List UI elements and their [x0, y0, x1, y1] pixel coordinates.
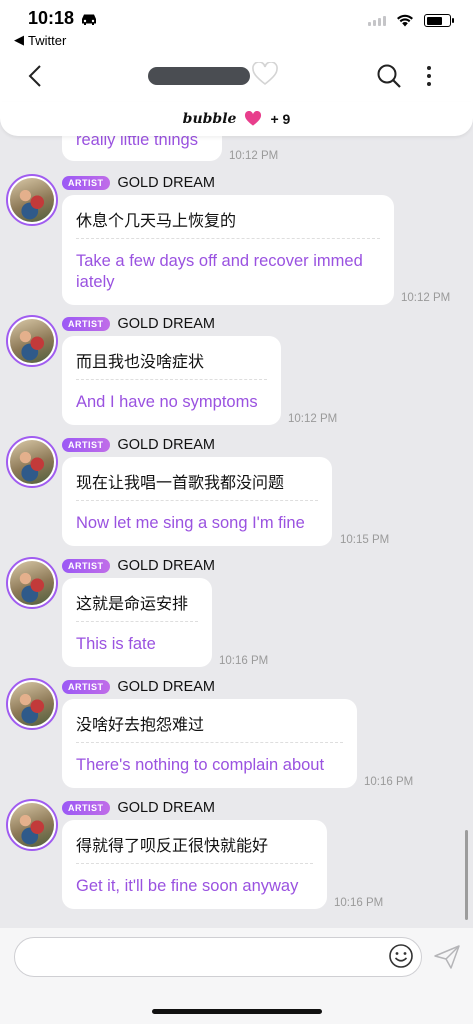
- artist-badge: ARTIST: [62, 176, 110, 190]
- message-bubble[interactable]: 休息个几天马上恢复的 Take a few days off and recov…: [62, 195, 394, 305]
- artist-badge: ARTIST: [62, 801, 110, 815]
- artist-badge: ARTIST: [62, 438, 110, 452]
- message-time: 10:16 PM: [334, 897, 384, 909]
- battery-icon: [424, 14, 454, 27]
- message-time: 10:12 PM: [288, 413, 338, 425]
- message-original: 现在让我唱一首歌我都没问题: [76, 457, 318, 501]
- signal-icon: [368, 15, 386, 26]
- message-bubble[interactable]: 现在让我唱一首歌我都没问题 Now let me sing a song I'm…: [62, 457, 332, 546]
- message-time: 10:16 PM: [219, 655, 269, 667]
- message-original: 得就得了呗反正很快就能好: [76, 820, 313, 864]
- message-bubble[interactable]: 而且我也没啥症状 And I have no symptoms: [62, 336, 281, 425]
- sender-row: ARTIST GOLD DREAM: [62, 316, 215, 332]
- bubble-brand: bubble: [182, 111, 237, 127]
- message-original: 没啥好去抱怨难过: [76, 699, 343, 743]
- search-icon[interactable]: [376, 63, 402, 89]
- sender-row: ARTIST GOLD DREAM: [62, 679, 215, 695]
- sender-name: GOLD DREAM: [117, 800, 216, 816]
- sender-name: GOLD DREAM: [117, 679, 216, 695]
- redacted-chat-title: [148, 67, 250, 85]
- avatar[interactable]: [6, 315, 58, 367]
- status-indicators: [368, 14, 454, 27]
- status-time-group: 10:18: [28, 8, 98, 29]
- avatar[interactable]: [6, 678, 58, 730]
- status-time: 10:18: [28, 8, 75, 28]
- message-translation: Take a few days off and recover immed ia…: [76, 252, 363, 291]
- avatar[interactable]: [6, 436, 58, 488]
- message-translation: Now let me sing a song I'm fine: [76, 514, 305, 532]
- sender-row: ARTIST GOLD DREAM: [62, 800, 215, 816]
- message-list[interactable]: really little things 10:12 PM ARTIST GOL…: [0, 102, 473, 928]
- message-input[interactable]: [14, 937, 422, 977]
- car-icon: [82, 14, 97, 25]
- sender-name: GOLD DREAM: [117, 558, 216, 574]
- message-bubble[interactable]: 得就得了呗反正很快就能好 Get it, it'll be fine soon …: [62, 820, 327, 909]
- avatar[interactable]: [6, 557, 58, 609]
- message-translation: This is fate: [76, 635, 156, 653]
- sender-name: GOLD DREAM: [117, 437, 216, 453]
- sender-row: ARTIST GOLD DREAM: [62, 437, 215, 453]
- message-time: 10:12 PM: [401, 292, 451, 304]
- bubble-header-pill: bubble + 9: [0, 102, 473, 136]
- bubble-count: + 9: [270, 111, 291, 127]
- heart-icon: [252, 62, 278, 86]
- back-app-label: Twitter: [28, 32, 67, 48]
- back-to-app-link[interactable]: ◀ Twitter: [14, 32, 66, 48]
- scrollbar[interactable]: [465, 830, 468, 920]
- avatar[interactable]: [6, 799, 58, 851]
- message-bubble[interactable]: 没啥好去抱怨难过 There's nothing to complain abo…: [62, 699, 357, 788]
- composer: [0, 928, 473, 1024]
- message-time: 10:16 PM: [364, 776, 414, 788]
- sender-row: ARTIST GOLD DREAM: [62, 175, 215, 191]
- message-translation: And I have no symptoms: [76, 393, 258, 411]
- artist-badge: ARTIST: [62, 680, 110, 694]
- chat-header: [0, 50, 473, 102]
- home-indicator: [152, 1009, 322, 1014]
- message-translation: Get it, it'll be fine soon anyway: [76, 877, 299, 895]
- partial-message-time: 10:12 PM: [229, 150, 279, 162]
- chevron-left-icon[interactable]: [22, 62, 50, 90]
- avatar[interactable]: [6, 174, 58, 226]
- more-icon[interactable]: [424, 63, 434, 89]
- artist-badge: ARTIST: [62, 559, 110, 573]
- artist-badge: ARTIST: [62, 317, 110, 331]
- message-original: 这就是命运安排: [76, 578, 198, 622]
- sender-row: ARTIST GOLD DREAM: [62, 558, 215, 574]
- heart-icon: [245, 111, 262, 126]
- wifi-icon: [397, 14, 413, 27]
- send-icon[interactable]: [434, 945, 460, 969]
- emoji-icon[interactable]: [388, 943, 414, 969]
- message-original: 休息个几天马上恢复的: [76, 195, 380, 239]
- message-original: 而且我也没啥症状: [76, 336, 267, 380]
- message-bubble[interactable]: 这就是命运安排 This is fate: [62, 578, 212, 667]
- status-bar: 10:18 ◀ Twitter: [0, 0, 473, 50]
- sender-name: GOLD DREAM: [117, 175, 216, 191]
- message-translation: There's nothing to complain about: [76, 756, 325, 774]
- sender-name: GOLD DREAM: [117, 316, 216, 332]
- back-triangle-icon: ◀: [14, 32, 24, 47]
- message-time: 10:15 PM: [340, 534, 390, 546]
